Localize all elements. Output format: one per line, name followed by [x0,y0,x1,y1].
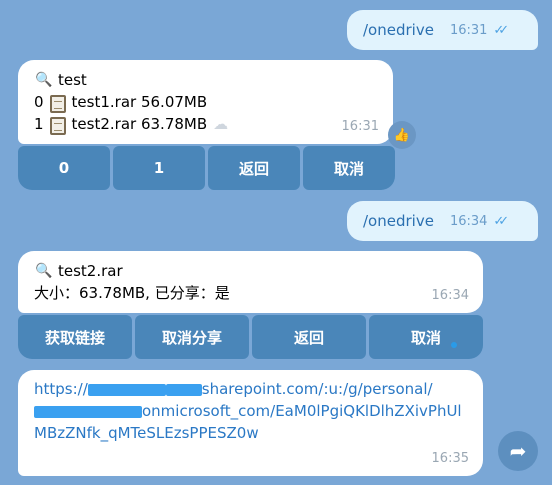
message-title: test2.rar [58,262,123,280]
file-name: test1.rar 56.07MB [71,93,208,111]
back-button[interactable]: 返回 [208,146,300,190]
paperclip-icon: 🔍 [35,72,53,88]
file-details-text: 大小：63.78MB, 已分享：是 [34,284,230,302]
cloud-icon: ☁ [213,115,229,133]
share-arrow-icon[interactable]: ➦ [498,431,538,471]
message-title: test [58,71,87,89]
cursor-dot [451,342,457,348]
thumbs-up-icon[interactable]: 👍 [388,121,416,149]
inline-keyboard: 0 1 返回 取消 [18,146,395,190]
message-time: 16:35 [431,451,469,466]
back-button[interactable]: 返回 [252,315,366,359]
file-row: 0 test1.rar 56.07MB [34,91,381,113]
incoming-message[interactable]: https://sharepoint.com/:u:/g/personal/on… [18,370,483,476]
message-time: 16:31 [341,119,379,134]
inline-keyboard: 获取链接 取消分享 返回 取消 [18,315,483,359]
message-meta: 16:31 ✓✓ [449,22,509,38]
outgoing-message[interactable]: /onedrive 16:31 ✓✓ [347,10,538,50]
cancel-button[interactable]: 取消 [303,146,395,190]
file-row: 1 test2.rar 63.78MB ☁ [34,113,381,135]
redacted-block [34,405,142,418]
outgoing-message[interactable]: /onedrive 16:34 ✓✓ [347,201,538,241]
cancel-button[interactable]: 取消 [369,315,483,359]
message-time: 16:31 [449,22,488,38]
incoming-message[interactable]: 🔍 test 0 test1.rar 56.07MB 1 test2.rar 6… [18,60,393,144]
keyboard-button-1[interactable]: 1 [113,146,205,190]
redacted-block [165,383,202,396]
message-time: 16:34 [449,213,488,229]
redacted-block [87,383,166,396]
unshare-button[interactable]: 取消分享 [135,315,249,359]
link-part: sharepoint.com/:u:/g/personal/ [201,380,433,398]
double-check-icon: ✓✓ [493,213,509,229]
double-check-icon: ✓✓ [493,22,509,38]
command-text: /onedrive [363,21,434,39]
file-name: test2.rar 63.78MB [71,115,208,133]
file-index: 1 [34,115,44,133]
paperclip-icon: 🔍 [35,263,53,279]
message-time: 16:34 [431,288,469,303]
command-text: /onedrive [363,212,434,230]
file-details: 大小：63.78MB, 已分享：是 [34,282,471,304]
get-link-button[interactable]: 获取链接 [18,315,132,359]
message-meta: 16:34 ✓✓ [449,213,509,229]
link-part: https:// [34,380,88,398]
document-icon [49,95,66,113]
share-link[interactable]: https://sharepoint.com/:u:/g/personal/on… [34,378,471,444]
chat-area: /onedrive 16:31 ✓✓ 🔍 test 0 test1.rar 56… [0,0,552,485]
document-icon [49,117,66,135]
keyboard-button-0[interactable]: 0 [18,146,110,190]
incoming-message[interactable]: 🔍 test2.rar 大小：63.78MB, 已分享：是 16:34 [18,251,483,313]
message-header: 🔍 test2.rar [34,260,471,282]
message-header: 🔍 test [34,69,381,91]
file-index: 0 [34,93,44,111]
